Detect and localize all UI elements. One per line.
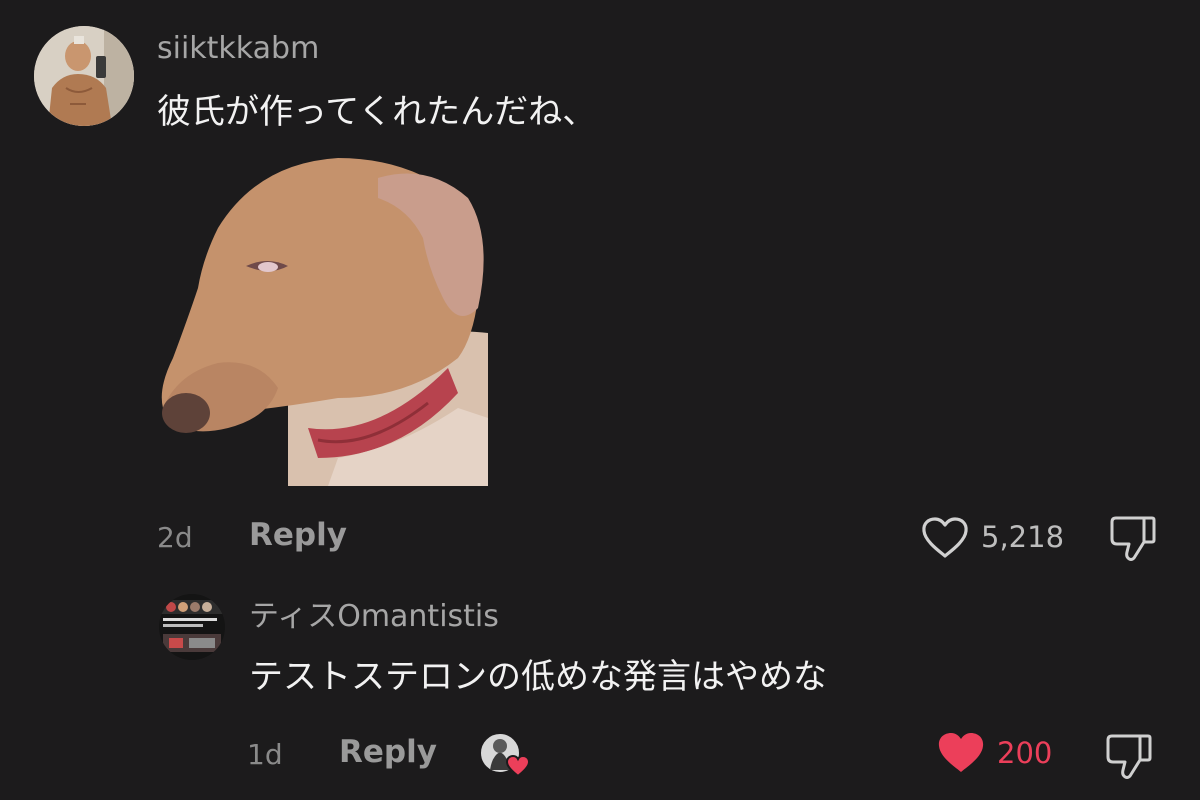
comment-username[interactable]: siiktkkabm (157, 34, 319, 64)
avatar-image (34, 26, 134, 126)
dislike-button[interactable] (1108, 514, 1158, 562)
dog-sticker[interactable] (158, 158, 490, 486)
dog-sticker-image (161, 158, 488, 486)
avatar-image (159, 594, 225, 660)
comment-text: 彼氏が作ってくれたんだね、 (157, 92, 597, 132)
like-button[interactable] (920, 516, 970, 560)
thumbs-down-icon (1110, 516, 1156, 561)
reply-timestamp: 1d (247, 738, 283, 771)
thumbs-down-icon (1106, 734, 1152, 779)
reply-button[interactable]: Reply (339, 737, 437, 768)
creator-avatar-icon (479, 732, 531, 778)
avatar[interactable] (159, 594, 225, 660)
like-button[interactable] (936, 730, 986, 776)
reply-username[interactable]: ティスOmantistis (249, 602, 499, 632)
like-count: 5,218 (981, 520, 1065, 554)
dislike-button[interactable] (1104, 732, 1154, 780)
comment-thread: siiktkkabm 彼氏が作ってくれたんだね、 2d Reply 5,218 … (0, 0, 1200, 800)
avatar[interactable] (34, 26, 134, 126)
creator-liked-badge (478, 730, 534, 780)
heart-filled-icon (938, 733, 984, 772)
reply-text: テストステロンの低めな発言はやめな (249, 657, 827, 697)
like-count: 200 (997, 736, 1053, 770)
comment-timestamp: 2d (157, 521, 193, 554)
reply-button[interactable]: Reply (249, 520, 347, 551)
heart-outline-icon (922, 517, 968, 558)
